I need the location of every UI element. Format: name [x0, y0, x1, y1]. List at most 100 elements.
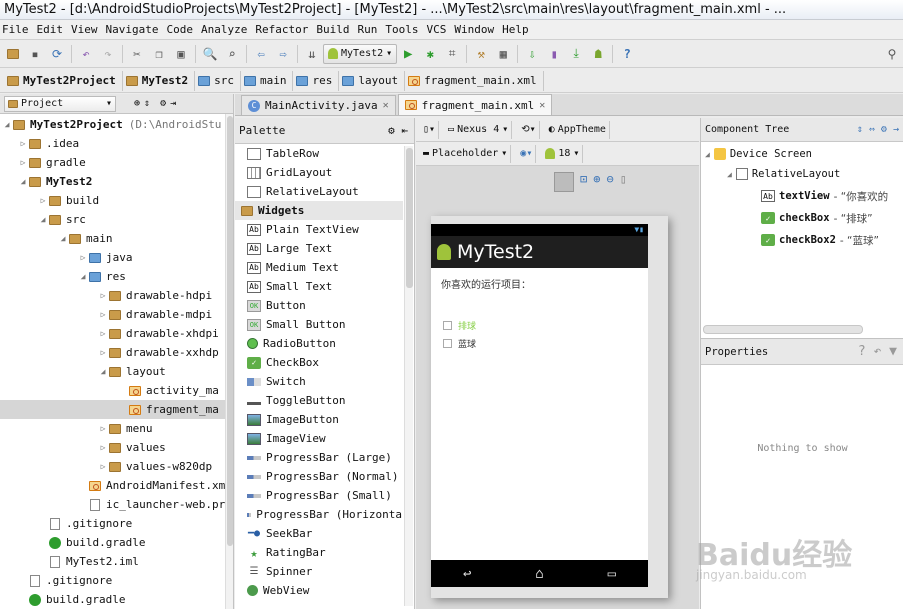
menu-vcs[interactable]: VCS [424, 20, 452, 39]
copy-icon[interactable]: ❐ [148, 43, 170, 65]
tree-node-device-screen[interactable]: ◢ Device Screen [705, 144, 812, 164]
zoom-out-icon[interactable]: ⊖ [606, 172, 613, 192]
back-icon[interactable]: ⇦ [250, 43, 272, 65]
palette-item[interactable]: Ab Plain TextView [247, 220, 402, 239]
palette-item[interactable]: ★ RatingBar [247, 543, 402, 562]
menu-edit[interactable]: Edit [35, 20, 70, 39]
tree-node-checkbox[interactable]: ✓ checkBox - “排球” [761, 208, 873, 228]
avd-manager-icon[interactable]: ▮ [543, 43, 565, 65]
tree-node-relativelayout[interactable]: ◢ RelativeLayout [727, 164, 840, 184]
theme-select[interactable]: ◐ AppTheme [546, 120, 610, 139]
forward-icon[interactable]: ⇨ [272, 43, 294, 65]
tree-item[interactable]: build.gradle [0, 533, 233, 552]
make-project-icon[interactable]: ⇊ [301, 43, 323, 65]
redo-icon[interactable]: ↷ [97, 43, 119, 65]
breadcrumb-item[interactable]: layout [339, 70, 406, 91]
orientation-select[interactable]: ⟲▾ [518, 120, 540, 139]
gear-icon[interactable]: ⚙ [160, 98, 166, 109]
zoom-in-icon[interactable]: ⊕ [593, 172, 600, 192]
run-config-select[interactable]: MyTest2 ▾ [323, 43, 398, 64]
project-scrollbar[interactable] [225, 114, 233, 609]
menu-build[interactable]: Build [314, 20, 355, 39]
palette-item[interactable]: ToggleButton [247, 391, 402, 410]
zoom-fit-icon[interactable] [554, 172, 574, 192]
palette-item[interactable]: RelativeLayout [247, 182, 402, 201]
palette-item[interactable]: Switch [247, 372, 402, 391]
tree-item[interactable]: ▷ .idea [0, 134, 233, 153]
component-tree-scrollbar[interactable] [703, 325, 863, 334]
scrollbar-thumb[interactable] [406, 148, 413, 288]
android-monitor-icon[interactable]: ☗ [587, 43, 609, 65]
tree-item[interactable]: MyTest2.iml [0, 552, 233, 571]
palette-scrollbar[interactable] [404, 146, 413, 606]
tree-item[interactable]: ▷ drawable-mdpi [0, 305, 233, 324]
palette-item[interactable]: Ab Large Text [247, 239, 402, 258]
palette-item[interactable]: ━● SeekBar [247, 524, 402, 543]
palette-item[interactable]: ☰ Spinner [247, 562, 402, 581]
tree-item[interactable]: ▷ menu [0, 419, 233, 438]
palette-item[interactable]: ProgressBar (Small) [247, 486, 402, 505]
breadcrumb-item[interactable]: main [241, 70, 294, 91]
tree-item[interactable]: ▷ gradle [0, 153, 233, 172]
palette-item[interactable]: OK Button [247, 296, 402, 315]
palette-item[interactable]: ImageView [247, 429, 402, 448]
replace-icon[interactable]: ⌕ [221, 43, 243, 65]
cut-icon[interactable]: ✂ [126, 43, 148, 65]
checkbox-basketball[interactable]: 蓝球 [443, 337, 476, 350]
tree-item[interactable]: ▷ drawable-xhdpi [0, 324, 233, 343]
scrollbar-thumb[interactable] [227, 116, 233, 546]
breadcrumb-item[interactable]: fragment_main.xml [405, 70, 544, 91]
sync-gradle-icon[interactable]: ⇩ [521, 43, 543, 65]
find-icon[interactable]: 🔍 [199, 43, 221, 65]
menu-help[interactable]: Help [500, 20, 535, 39]
breadcrumb-item[interactable]: MyTest2 [123, 70, 196, 91]
palette-item[interactable]: ProgressBar (Horizonta [247, 505, 402, 524]
palette-item[interactable]: ✓ CheckBox [247, 353, 402, 372]
palette-item[interactable]: ProgressBar (Normal) [247, 467, 402, 486]
tree-controls-icon[interactable]: ⇕ ⇔ ⚙ → [857, 124, 899, 135]
activity-select[interactable]: ▬ Placeholder ▾ [420, 144, 512, 163]
tree-item[interactable]: ▷ drawable-hdpi [0, 286, 233, 305]
tree-node-checkbox2[interactable]: ✓ checkBox2- “蓝球” [761, 230, 879, 250]
palette-item[interactable]: RadioButton [247, 334, 402, 353]
palette-item[interactable]: ProgressBar (Large) [247, 448, 402, 467]
palette-item[interactable]: Ab Small Text [247, 277, 402, 296]
tree-item[interactable]: ic_launcher-web.pr [0, 495, 233, 514]
properties-controls-icon[interactable]: ? ↶ ▼ [858, 344, 897, 359]
palette-item[interactable]: GridLayout [247, 163, 402, 182]
project-structure-icon[interactable]: ▦ [492, 43, 514, 65]
locale-select[interactable]: ◉▾ [517, 144, 537, 163]
menu-analyze[interactable]: Analyze [199, 20, 253, 39]
tree-item-selected[interactable]: fragment_ma [0, 400, 233, 419]
close-icon[interactable]: ✕ [383, 100, 389, 111]
tree-item[interactable]: ▷ drawable-xxhdp [0, 343, 233, 362]
menu-code[interactable]: Code [164, 20, 199, 39]
paste-icon[interactable]: ▣ [170, 43, 192, 65]
menu-view[interactable]: View [69, 20, 104, 39]
tree-item[interactable]: ◢ MyTest2Project (D:\AndroidStu [0, 115, 233, 134]
menu-refactor[interactable]: Refactor [253, 20, 314, 39]
sdk-manager-icon[interactable]: ⤓ [565, 43, 587, 65]
device-select[interactable]: ▭ Nexus 4 ▾ [445, 120, 513, 139]
config-select[interactable]: ▯▾ [420, 120, 440, 139]
api-select[interactable]: 18 ▾ [542, 144, 584, 163]
breadcrumb-item[interactable]: MyTest2Project [4, 70, 123, 91]
debug-icon[interactable]: ✱ [419, 43, 441, 65]
project-view-select[interactable]: Project ▾ [4, 95, 116, 112]
menu-navigate[interactable]: Navigate [104, 20, 165, 39]
save-icon[interactable]: ▪ [24, 43, 46, 65]
tree-item[interactable]: ▷ values-w820dp [0, 457, 233, 476]
breadcrumb-item[interactable]: res [293, 70, 340, 91]
tree-item[interactable]: .gitignore [0, 514, 233, 533]
checkbox-volleyball[interactable]: 排球 [443, 319, 476, 332]
sync-icon[interactable]: ⟳ [46, 43, 68, 65]
tree-item[interactable]: ◢ res [0, 267, 233, 286]
palette-item[interactable]: TableRow [247, 144, 402, 163]
tab-mainactivity[interactable]: C MainActivity.java ✕ [241, 95, 396, 115]
tree-item[interactable]: ▷ java [0, 248, 233, 267]
refresh-icon[interactable]: ▯ [620, 172, 627, 192]
tree-item[interactable]: ▷ values [0, 438, 233, 457]
open-folder-icon[interactable] [2, 43, 24, 65]
tree-item[interactable]: .gitignore [0, 571, 233, 590]
search-everywhere-icon[interactable]: ⚲ [881, 43, 903, 65]
